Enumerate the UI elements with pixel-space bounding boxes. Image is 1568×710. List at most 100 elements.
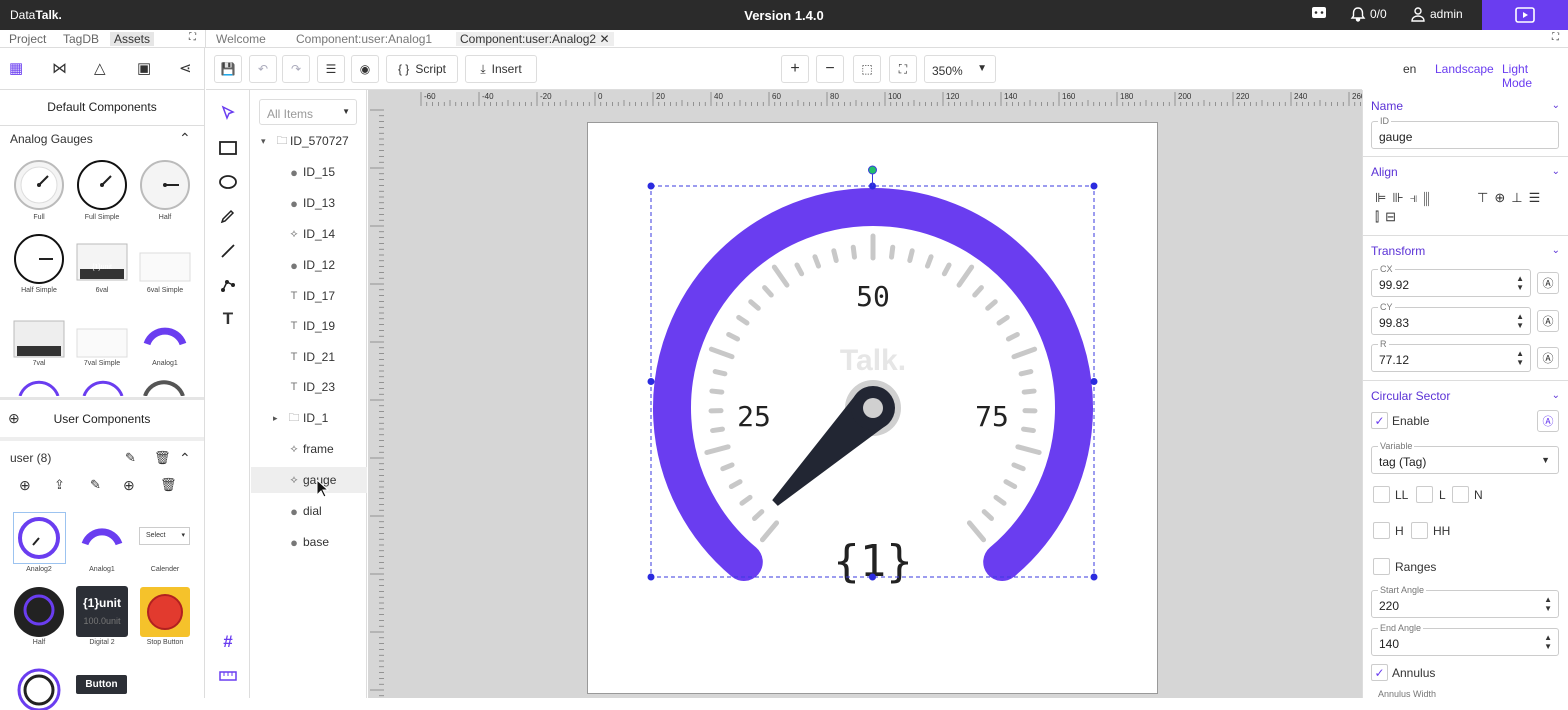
orientation-toggle[interactable]: Landscape (1435, 62, 1494, 76)
cx-bind-button[interactable]: Ⓐ (1537, 272, 1559, 294)
gauge-thumb-analog1[interactable] (139, 308, 191, 360)
tab-project[interactable]: Project (9, 32, 46, 46)
same-width-icon[interactable]: ⫿ (1375, 209, 1385, 224)
tab-welcome[interactable]: Welcome (216, 32, 266, 46)
resize-handle[interactable] (648, 574, 655, 581)
hh-checkbox[interactable] (1411, 522, 1428, 539)
chat-icon[interactable] (1311, 6, 1327, 20)
tree-item-base[interactable]: ●base (251, 529, 367, 555)
gauge-thumb-6val[interactable] (76, 237, 128, 289)
chevron-up-icon[interactable]: ⌃ (179, 130, 191, 147)
tree-item-id_21[interactable]: TID_21 (251, 344, 367, 370)
insert-button[interactable]: ⤓Insert (465, 55, 537, 83)
l-checkbox[interactable] (1416, 486, 1433, 503)
spinner-icon[interactable]: ▲▼ (1544, 595, 1552, 613)
distribute-v-icon[interactable]: ☰ (1529, 190, 1547, 205)
expand-panel-icon[interactable]: ⛶ (189, 32, 196, 43)
run-preview-button[interactable] (1482, 0, 1568, 30)
align-middle-icon[interactable]: ⊕ (1494, 190, 1511, 205)
preview-button[interactable]: ◉ (351, 55, 379, 83)
resize-handle[interactable] (1091, 183, 1098, 190)
expand-caret-icon[interactable]: ▾ (261, 136, 266, 147)
user-thumb-button[interactable]: Button (76, 675, 127, 694)
pencil-icon[interactable]: ✎ (90, 477, 101, 493)
end-angle-field[interactable]: End Angle140▲▼ (1371, 628, 1559, 656)
zoom-in-button[interactable]: + (781, 55, 809, 83)
variable-select[interactable]: Variabletag (Tag)▼ (1371, 446, 1559, 474)
resize-handle[interactable] (869, 574, 876, 581)
enable-checkbox[interactable]: ✓ (1371, 412, 1388, 429)
path-tool[interactable] (216, 273, 240, 297)
n-checkbox[interactable] (1452, 486, 1469, 503)
spinner-icon[interactable]: ▲▼ (1516, 349, 1524, 367)
rotate-handle[interactable] (869, 166, 877, 174)
zoom-select[interactable]: 350%▼ (924, 55, 996, 83)
tree-item-id_12[interactable]: ●ID_12 (251, 252, 367, 278)
upload-icon[interactable]: ⇪ (54, 477, 65, 493)
expand-caret-icon[interactable]: ▸ (273, 413, 278, 424)
line-tool[interactable] (216, 239, 240, 263)
cx-field[interactable]: CX99.92▲▼ (1371, 269, 1531, 297)
cy-bind-button[interactable]: Ⓐ (1537, 310, 1559, 332)
tree-item-id_15[interactable]: ●ID_15 (251, 159, 367, 185)
enable-bind-button[interactable]: Ⓐ (1537, 410, 1559, 432)
user-thumb-stop-button[interactable] (139, 586, 191, 638)
pen-tool[interactable] (216, 204, 240, 228)
align-bottom-icon[interactable]: ⊥ (1511, 190, 1528, 205)
tab-tagdb[interactable]: TagDB (63, 32, 99, 46)
tab-assets[interactable]: Assets (110, 32, 154, 46)
ll-checkbox[interactable] (1373, 486, 1390, 503)
canvas-area[interactable]: -60-40-200204060801001201401601802002202… (368, 90, 1362, 698)
fit-page-button[interactable]: ⛶ (889, 55, 917, 83)
resize-handle[interactable] (648, 378, 655, 385)
chevron-down-icon[interactable]: ⌄ (1552, 245, 1560, 256)
gauge-thumb-half[interactable] (139, 159, 191, 211)
ranges-checkbox[interactable] (1373, 558, 1390, 575)
panel-splitter[interactable] (0, 397, 204, 400)
language-toggle[interactable]: en (1403, 62, 1416, 76)
alarm-indicator[interactable]: 0/0 (1350, 6, 1387, 22)
gauge-thumb-full-simple[interactable] (76, 159, 128, 211)
user-thumb-ring[interactable] (13, 658, 65, 710)
resize-handle[interactable] (648, 183, 655, 190)
image-icon[interactable]: ▣ (137, 59, 151, 77)
tree-item-gauge[interactable]: ⟡gauge (251, 467, 367, 493)
align-center-icon[interactable]: ⊪ (1392, 190, 1409, 205)
item-filter-select[interactable]: All Items▼ (259, 99, 357, 125)
ruler-toggle[interactable] (216, 664, 240, 688)
script-button[interactable]: { }Script (386, 55, 458, 83)
tree-item-id_17[interactable]: TID_17 (251, 283, 367, 309)
add-child-icon[interactable]: ⊕ (123, 477, 135, 494)
same-height-icon[interactable]: ⊟ (1385, 209, 1402, 224)
trash-icon[interactable]: 🗑 (154, 450, 171, 466)
shapes-icon[interactable]: △ (94, 59, 106, 77)
gauge-thumb-7val[interactable] (13, 313, 65, 365)
user-thumb-analog2[interactable] (13, 512, 66, 564)
spinner-icon[interactable]: ▲▼ (1516, 274, 1524, 292)
ellipse-tool[interactable] (216, 170, 240, 194)
gauge-thumb-6val-simple[interactable] (139, 241, 191, 293)
section-transform-title[interactable]: Transform (1371, 244, 1425, 258)
user-thumb-digital2[interactable]: {1}unit 100.0unit (76, 586, 128, 637)
user-thumb-analog1[interactable] (76, 510, 128, 562)
tree-item-id_570727[interactable]: ▾🗀ID_570727 (251, 128, 367, 154)
tab-analog2[interactable]: Component:user:Analog2 ✕ (456, 32, 614, 46)
undo-button[interactable]: ↶ (249, 55, 277, 83)
gauge-thumb-half-simple[interactable] (13, 233, 65, 285)
distribute-h-icon[interactable]: ⫼ (1423, 190, 1435, 205)
spinner-icon[interactable]: ▲▼ (1516, 312, 1524, 330)
section-align-title[interactable]: Align (1371, 165, 1398, 179)
user-thumb-calendar[interactable]: Select▾ (139, 527, 190, 545)
section-name-title[interactable]: Name (1371, 99, 1403, 113)
gauge-thumb-full[interactable] (13, 159, 65, 211)
redo-button[interactable]: ↷ (282, 55, 310, 83)
tab-analog1[interactable]: Component:user:Analog1 (296, 32, 432, 46)
id-field[interactable]: IDgauge (1371, 121, 1559, 149)
resize-handle[interactable] (1091, 378, 1098, 385)
edit-icon[interactable]: ✎ (125, 450, 136, 466)
h-checkbox[interactable] (1373, 522, 1390, 539)
r-bind-button[interactable]: Ⓐ (1537, 347, 1559, 369)
tree-item-id_1[interactable]: ▸🗀ID_1 (251, 405, 367, 431)
components-icon[interactable]: ▦ (9, 59, 23, 77)
rect-tool[interactable] (216, 136, 240, 160)
